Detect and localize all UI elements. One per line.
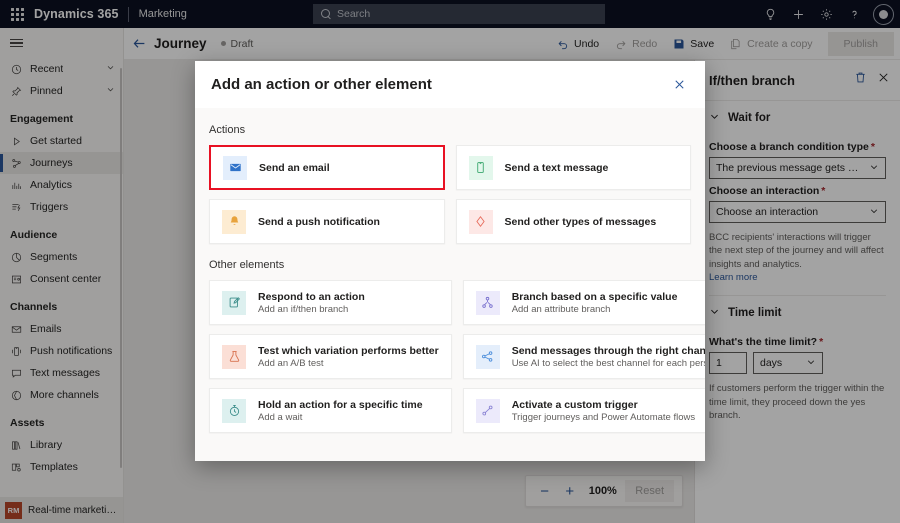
branch-icon	[475, 290, 500, 315]
add-element-dialog: Add an action or other element Actions S…	[195, 61, 705, 461]
stopwatch-icon	[222, 398, 246, 423]
element-card-subtitle: Use AI to select the best channel for ea…	[511, 357, 705, 369]
element-card-subtitle: Add a wait	[258, 411, 303, 423]
other-elements-grid: Respond to an action Add an if/then bran…	[209, 280, 705, 433]
element-card-hold-an-action-for-a-specific-time[interactable]: Hold an action for a specific time Add a…	[209, 388, 452, 433]
other-elements-heading: Other elements	[209, 259, 285, 271]
action-card-title: Send a push notification	[258, 215, 380, 228]
element-card-text: Branch based on a specific value Add an …	[512, 291, 678, 315]
close-icon[interactable]	[667, 73, 691, 97]
element-card-subtitle: Add an attribute branch	[511, 303, 611, 315]
action-card-send-an-email[interactable]: Send an email	[209, 145, 445, 190]
element-card-title: Hold an action for a specific time	[258, 398, 423, 411]
element-card-subtitle: Trigger journeys and Power Automate flow…	[511, 411, 696, 423]
channel-ai-icon	[475, 344, 500, 369]
element-card-title: Send messages through the right channel	[511, 344, 705, 357]
dialog-title: Add an action or other element	[211, 76, 432, 93]
element-card-title: Activate a custom trigger	[511, 398, 638, 411]
action-card-send-a-text-message[interactable]: Send a text message	[455, 145, 691, 190]
respond-icon	[222, 290, 246, 315]
actions-heading: Actions	[209, 124, 246, 136]
element-card-subtitle: Add an if/then branch	[258, 303, 349, 315]
element-card-title: Test which variation performs better	[258, 344, 439, 357]
action-card-text: Send a push notification	[258, 216, 380, 228]
action-card-title: Send a text message	[504, 161, 609, 174]
element-card-subtitle: Add an A/B test	[258, 357, 324, 369]
element-card-title: Respond to an action	[258, 290, 365, 303]
action-card-title: Send an email	[259, 161, 330, 174]
action-card-title: Send other types of messages	[504, 215, 657, 228]
dialog-header: Add an action or other element	[195, 61, 705, 108]
action-card-text: Send other types of messages	[505, 216, 657, 228]
element-card-text: Send messages through the right channel …	[512, 345, 705, 369]
custom-trigger-icon	[475, 398, 500, 423]
element-card-send-messages-through-the-right-channel[interactable]: Send messages through the right channel …	[462, 334, 705, 379]
element-card-text: Hold an action for a specific time Add a…	[258, 399, 423, 423]
action-card-send-other-types-of-messages[interactable]: Send other types of messages	[455, 199, 691, 244]
bell-icon	[222, 209, 246, 234]
actions-grid: Send an email Send a text message Send a…	[209, 145, 691, 244]
element-card-text: Activate a custom trigger Trigger journe…	[512, 399, 695, 423]
action-card-text: Send an email	[259, 162, 330, 174]
envelope-icon	[223, 155, 247, 180]
element-card-title: Branch based on a specific value	[511, 290, 678, 303]
phone-icon	[468, 155, 493, 180]
element-card-text: Respond to an action Add an if/then bran…	[258, 291, 365, 315]
app-root: Dynamics 365 Marketing Search Recent Pin…	[0, 0, 900, 523]
flask-icon	[222, 344, 246, 369]
action-card-send-a-push-notification[interactable]: Send a push notification	[209, 199, 445, 244]
element-card-branch-based-on-a-specific-value[interactable]: Branch based on a specific value Add an …	[462, 280, 705, 325]
dialog-body: Actions Send an email Send a text messag…	[195, 108, 705, 461]
action-card-text: Send a text message	[505, 162, 609, 174]
element-card-test-which-variation-performs-better[interactable]: Test which variation performs better Add…	[209, 334, 452, 379]
element-card-text: Test which variation performs better Add…	[258, 345, 439, 369]
element-card-respond-to-an-action[interactable]: Respond to an action Add an if/then bran…	[209, 280, 452, 325]
diamond-icon	[468, 209, 493, 234]
element-card-activate-a-custom-trigger[interactable]: Activate a custom trigger Trigger journe…	[462, 388, 705, 433]
